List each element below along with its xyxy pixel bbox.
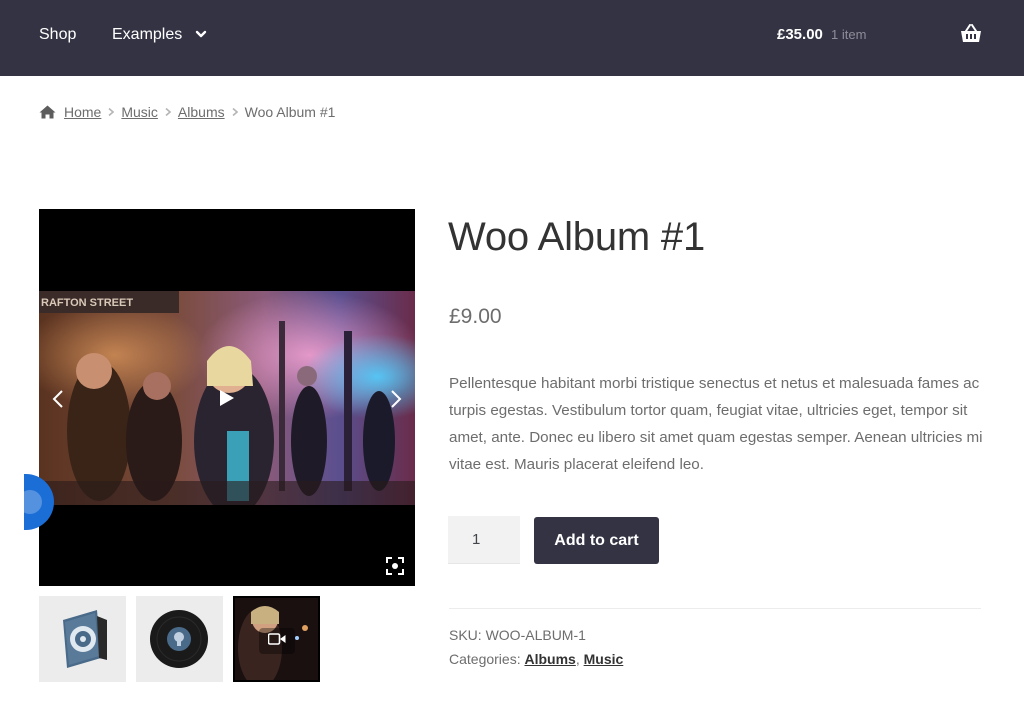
fullscreen-icon[interactable] — [386, 557, 404, 575]
product-description: Pellentesque habitant morbi tristique se… — [449, 375, 983, 473]
chevron-down-icon[interactable] — [194, 27, 208, 41]
product-categories: Categories: Albums, Music — [449, 649, 623, 669]
category-link-albums[interactable]: Albums — [524, 651, 575, 667]
chevron-left-icon[interactable] — [51, 389, 65, 409]
street-sign-text: RAFTON STREET — [41, 297, 133, 309]
add-to-cart-button[interactable]: Add to cart — [534, 517, 659, 564]
product-video[interactable]: RAFTON STREET — [39, 209, 415, 586]
nav-examples[interactable]: Examples — [112, 24, 182, 46]
breadcrumb-music[interactable]: Music — [121, 102, 158, 122]
chevron-right-icon — [232, 108, 238, 116]
breadcrumb-home[interactable]: Home — [64, 102, 101, 122]
thumbnail-video[interactable] — [233, 596, 320, 682]
quantity-input[interactable] — [448, 516, 520, 564]
vinyl-record-icon — [136, 596, 223, 682]
home-icon[interactable] — [39, 105, 56, 119]
basket-icon[interactable] — [960, 24, 982, 44]
cart-count[interactable]: 1 item — [831, 26, 866, 44]
site-header: Shop Examples £35.00 1 item — [0, 0, 1024, 76]
divider — [449, 608, 981, 609]
chevron-right-icon — [108, 108, 115, 116]
chevron-right-icon[interactable] — [389, 389, 403, 409]
breadcrumb: Home Music Albums Woo Album #1 — [39, 102, 335, 122]
sku-label: SKU: — [449, 627, 482, 643]
breadcrumb-albums[interactable]: Albums — [178, 102, 225, 122]
cart-total[interactable]: £35.00 — [777, 24, 823, 46]
sku-value: WOO-ALBUM-1 — [485, 627, 586, 643]
nav-shop[interactable]: Shop — [39, 24, 76, 46]
product-price: £9.00 — [449, 305, 502, 328]
category-link-music[interactable]: Music — [584, 651, 624, 667]
thumbnail-album-sleeve[interactable] — [39, 596, 126, 682]
album-sleeve-icon — [39, 596, 126, 682]
categories-label: Categories: — [449, 651, 521, 667]
chevron-right-icon — [165, 108, 171, 116]
product-title: Woo Album #1 — [448, 215, 706, 259]
video-camera-icon — [268, 633, 286, 645]
product-sku: SKU: WOO-ALBUM-1 — [449, 625, 586, 645]
thumbnail-vinyl-record[interactable] — [136, 596, 223, 682]
category-separator: , — [575, 651, 580, 667]
breadcrumb-current: Woo Album #1 — [244, 104, 336, 120]
play-icon[interactable] — [219, 389, 235, 407]
